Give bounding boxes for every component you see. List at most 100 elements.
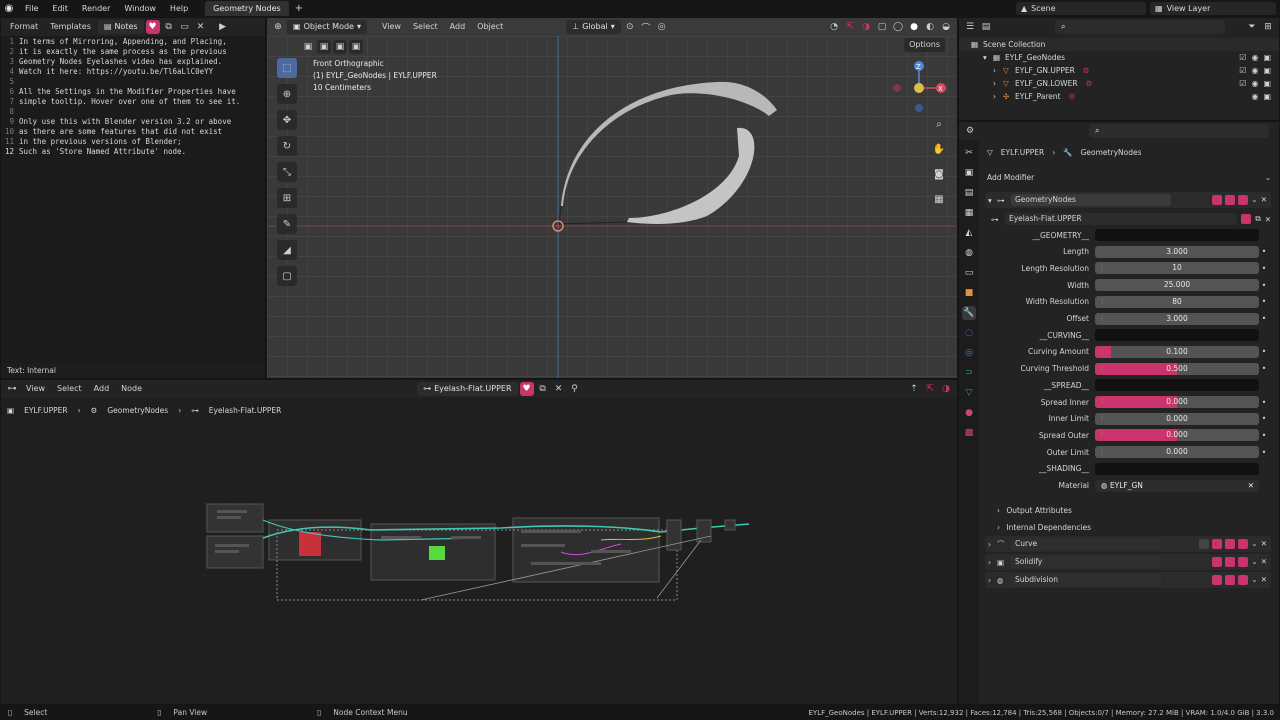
edit-mode-toggle-icon[interactable]	[1212, 557, 1223, 567]
render-toggle-icon[interactable]	[1238, 539, 1249, 549]
overlay-toggle-icon[interactable]: ◑	[859, 20, 873, 34]
attribute-toggle-icon[interactable]: ⫶	[1098, 264, 1106, 272]
node-add-menu[interactable]: Add	[89, 380, 115, 398]
attribute-toggle-icon[interactable]: ⫶	[1098, 365, 1106, 373]
outliner-row-scene-collection[interactable]: ▦ Scene Collection	[959, 38, 1279, 51]
node-gizmo-icon[interactable]: ⇱	[923, 382, 937, 396]
camera-icon[interactable]: ▣	[1263, 66, 1271, 75]
modifier-name-field[interactable]: Curve	[1011, 538, 1161, 550]
attribute-toggle-icon[interactable]: ⫶	[1098, 431, 1106, 439]
outliner-row-geonodes[interactable]: ▾ ▦ EYLF_GeoNodes ☑ ◉ ▣	[959, 51, 1279, 64]
code-line[interactable]: 6 All the Settings in the Modifier Proper…	[1, 87, 265, 97]
attribute-toggle-icon[interactable]: ⫶	[1098, 398, 1106, 406]
code-line[interactable]: 11 in the previous versions of Blender;	[1, 137, 265, 147]
text-templates-menu[interactable]: Templates	[45, 18, 96, 36]
node-duplicate-icon[interactable]: ⧉	[536, 382, 550, 396]
modifier-panel[interactable]: › ◍ Subdivision ⌄ ✕	[985, 572, 1271, 588]
modifier-name-field[interactable]: Solidify	[1011, 556, 1161, 568]
view-layer-selector[interactable]: ▦ View Layer	[1150, 2, 1276, 15]
zoom-icon[interactable]: ⌕	[929, 114, 949, 134]
eye-icon[interactable]: ◉	[1251, 79, 1258, 88]
number-field[interactable]: ⫶ 0.100	[1095, 345, 1259, 358]
add-workspace-icon[interactable]: +	[289, 3, 309, 14]
eye-icon[interactable]: ◉	[1251, 66, 1258, 75]
keyframe-dot-icon[interactable]: •	[1259, 264, 1269, 273]
select-mode-new-icon[interactable]: ▣	[301, 40, 315, 54]
code-line[interactable]: 10 as there are some features that did no…	[1, 127, 265, 137]
node-canvas[interactable]	[1, 420, 957, 704]
viewport-select-menu[interactable]: Select	[408, 18, 443, 36]
physics-tab-icon[interactable]: ◎	[962, 346, 976, 360]
outliner-row-gn-upper[interactable]: › ▽ EYLF_GN.UPPER ⚙ ☑ ◉ ▣	[959, 64, 1279, 77]
add-cube-tool-icon[interactable]: ▢	[277, 266, 297, 286]
node-pin-icon[interactable]: ⚲	[568, 382, 582, 396]
attribute-toggle-icon[interactable]: ⫶	[1098, 415, 1106, 423]
annotate-tool-icon[interactable]: ✎	[277, 214, 297, 234]
close-text-icon[interactable]: ✕	[194, 20, 208, 34]
wireframe-shading-icon[interactable]: ◯	[891, 20, 905, 34]
node-group-fake-user-icon[interactable]	[1241, 214, 1252, 224]
node-group-field[interactable]: Eyelash-Flat.UPPER	[1005, 213, 1238, 225]
workspace-tab-geometry-nodes[interactable]: Geometry Nodes	[205, 1, 289, 16]
number-field[interactable]: ⫶ 0.500	[1095, 362, 1259, 375]
node-select-menu[interactable]: Select	[52, 380, 87, 398]
text-format-menu[interactable]: Format	[5, 18, 43, 36]
select-box-tool-icon[interactable]: ⬚	[277, 58, 297, 78]
modifier-panel[interactable]: › ▣ Solidify ⌄ ✕	[985, 554, 1271, 570]
code-line[interactable]: 8	[1, 107, 265, 117]
close-icon[interactable]: ✕	[1261, 557, 1267, 567]
gizmo-toggle-icon[interactable]: ⇱	[843, 20, 857, 34]
keyframe-dot-icon[interactable]: •	[1259, 431, 1269, 440]
viewport-options-button[interactable]: Options	[904, 38, 945, 52]
breadcrumb-node-group[interactable]: Eyelash-Flat.UPPER	[209, 406, 282, 415]
render-toggle-icon[interactable]	[1238, 195, 1249, 205]
menu-help[interactable]: Help	[163, 0, 195, 17]
keyframe-dot-icon[interactable]: •	[1259, 347, 1269, 356]
viewport-toggle-icon[interactable]	[1225, 195, 1236, 205]
solid-shading-icon[interactable]: ●	[907, 20, 921, 34]
number-field[interactable]: ⫶ 0.000	[1095, 396, 1259, 408]
outliner-type-icon[interactable]: ☰	[963, 20, 977, 34]
object-tab-icon[interactable]: ■	[962, 286, 976, 300]
close-icon[interactable]: ✕	[1248, 480, 1254, 492]
eye-icon[interactable]: ◉	[1251, 53, 1258, 62]
attribute-toggle-icon[interactable]: ⫶	[1098, 448, 1106, 456]
editor-type-icon[interactable]: ⊕	[271, 20, 285, 34]
modifier-panel[interactable]: › ⌒ Curve ⌄ ✕	[985, 536, 1271, 552]
measure-tool-icon[interactable]: ◢	[277, 240, 297, 260]
number-field[interactable]: ⫶ 0.000	[1095, 429, 1259, 442]
checkbox-icon[interactable]: ☑	[1239, 66, 1246, 75]
keyframe-dot-icon[interactable]: •	[1259, 247, 1269, 256]
open-folder-icon[interactable]: ▭	[178, 20, 192, 34]
edit-mode-toggle-icon[interactable]	[1212, 575, 1223, 585]
close-icon[interactable]: ✕	[1261, 195, 1267, 205]
chevron-down-icon[interactable]: ⌄	[1251, 195, 1257, 205]
breadcrumb-object[interactable]: EYLF.UPPER	[24, 406, 67, 415]
properties-type-icon[interactable]: ⚙	[963, 124, 977, 138]
number-field[interactable]: ⫶ 3.000	[1095, 312, 1259, 325]
world-tab-icon[interactable]: ◍	[962, 246, 976, 260]
keyframe-dot-icon[interactable]: •	[1259, 281, 1269, 290]
menu-file[interactable]: File	[18, 0, 45, 17]
eye-icon[interactable]: ◉	[1251, 92, 1258, 101]
code-line[interactable]: 7 simple tooltip. Hover over one of them …	[1, 97, 265, 107]
material-tab-icon[interactable]: ●	[962, 406, 976, 420]
texture-tab-icon[interactable]: ▩	[962, 426, 976, 440]
pivot-icon[interactable]: ⊙	[623, 20, 637, 34]
text-file-selector[interactable]: ▤ Notes	[97, 20, 144, 34]
scale-tool-icon[interactable]: ⤡	[277, 162, 297, 182]
number-field[interactable]: 3.000	[1095, 245, 1259, 258]
render-toggle-icon[interactable]	[1238, 557, 1249, 567]
attribute-toggle-icon[interactable]: ⫶	[1098, 298, 1106, 306]
viewport-object-menu[interactable]: Object	[472, 18, 508, 36]
camera-view-icon[interactable]: ◙	[929, 164, 949, 184]
keyframe-dot-icon[interactable]: •	[1259, 414, 1269, 423]
display-mode-icon[interactable]: ▤	[979, 20, 993, 34]
select-mode-extend-icon[interactable]: ▣	[317, 40, 331, 54]
move-tool-icon[interactable]: ✥	[277, 110, 297, 130]
material-shading-icon[interactable]: ◐	[923, 20, 937, 34]
render-toggle-icon[interactable]	[1238, 575, 1249, 585]
number-field[interactable]: ⫶ 80	[1095, 295, 1259, 308]
node-node-menu[interactable]: Node	[116, 380, 147, 398]
modifier-tab-icon[interactable]: 🔧	[962, 306, 976, 320]
